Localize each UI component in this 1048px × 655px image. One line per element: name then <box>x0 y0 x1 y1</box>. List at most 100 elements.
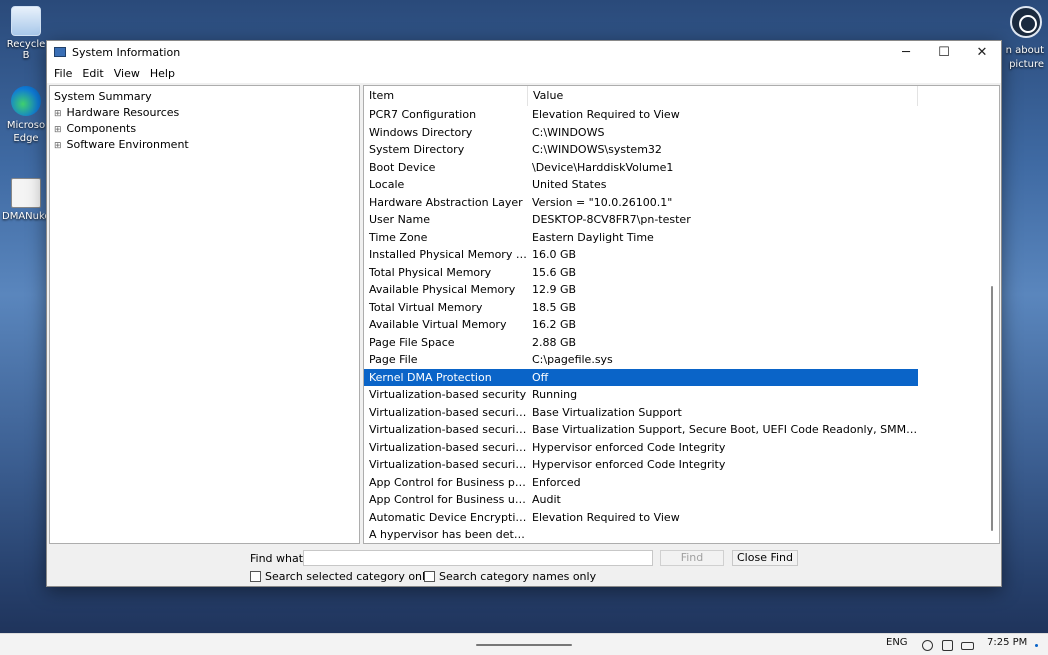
battery-icon[interactable] <box>961 642 974 650</box>
spotlight-icon[interactable] <box>1010 6 1042 38</box>
vertical-scrollbar[interactable] <box>991 286 993 531</box>
list-row[interactable]: Total Physical Memory 15.6 GB <box>364 264 918 282</box>
menu-help[interactable]: Help <box>145 67 180 80</box>
search-category-names-checkbox[interactable]: Search category names only <box>424 570 596 583</box>
list-row[interactable]: A hypervisor has been detected.... <box>364 526 918 543</box>
list-row[interactable]: Time Zone Eastern Daylight Time <box>364 229 918 247</box>
row-value: 16.0 GB <box>532 248 577 261</box>
row-item: User Name <box>369 213 431 226</box>
row-item: Time Zone <box>369 230 428 244</box>
menu-bar: File Edit View Help <box>47 63 1001 83</box>
list-row[interactable]: Page File Space 2.88 GB <box>364 334 918 352</box>
row-value: Base Virtualization Support, Secure Boot… <box>532 423 918 436</box>
notification-dot-icon[interactable] <box>1035 644 1038 647</box>
find-button[interactable]: Find <box>660 550 724 566</box>
row-value: Elevation Required to View <box>532 108 680 121</box>
language-indicator[interactable]: ENG <box>886 637 908 648</box>
expand-icon[interactable]: ⊞ <box>54 138 63 154</box>
desktop-icon-edge[interactable]: Microso Edge <box>2 86 50 145</box>
row-item: System Directory <box>369 143 465 156</box>
desktop-icon-recycle-bin[interactable]: Recycle B <box>2 6 50 61</box>
row-item: Windows Directory <box>369 125 473 139</box>
close-find-button[interactable]: Close Find <box>732 550 798 566</box>
row-item: Page File <box>369 353 418 366</box>
list-row[interactable]: Available Physical Memory 12.9 GB <box>364 281 918 299</box>
volume-icon[interactable] <box>942 640 953 651</box>
row-item: Virtualization-based security Se... <box>369 440 528 454</box>
list-row[interactable]: System Directory C:\WINDOWS\system32 <box>364 141 918 159</box>
row-value: Hypervisor enforced Code Integrity <box>532 458 726 471</box>
expand-icon[interactable]: ⊞ <box>54 122 63 138</box>
row-item: Virtualization-based security <box>369 388 527 401</box>
list-row[interactable]: Virtualization-based security Re... Base … <box>364 404 918 422</box>
clock[interactable]: 7:25 PM <box>987 637 1027 648</box>
details-list[interactable]: Item Value PCR7 Configuration Elevation R… <box>363 85 1000 544</box>
list-row[interactable]: Available Virtual Memory 16.2 GB <box>364 316 918 334</box>
close-button[interactable]: ✕ <box>963 41 1001 63</box>
row-item: Page File Space <box>369 335 455 349</box>
tree-item-label: Hardware Resources <box>66 106 180 119</box>
row-value: Enforced <box>532 475 581 489</box>
checkbox-box[interactable] <box>424 571 435 582</box>
list-row[interactable]: Windows Directory C:\WINDOWS <box>364 124 918 142</box>
checkbox-label: Search category names only <box>439 570 597 583</box>
row-value: 18.5 GB <box>532 300 577 314</box>
list-row[interactable]: User Name DESKTOP-8CV8FR7\pn-tester <box>364 211 918 229</box>
list-row[interactable]: Page File C:\pagefile.sys <box>364 351 918 369</box>
row-item: Hardware Abstraction Layer <box>369 195 523 209</box>
taskbar-handle[interactable] <box>476 644 572 646</box>
list-row[interactable]: Virtualization-based security Av... Base … <box>364 421 918 439</box>
desktop-icon-label: DMANuke <box>2 211 51 222</box>
notepad-icon <box>11 178 41 208</box>
row-item: Virtualization-based security Se... <box>369 458 528 471</box>
maximize-button[interactable]: ☐ <box>925 41 963 63</box>
list-row[interactable]: Hardware Abstraction Layer Version = "10.… <box>364 194 918 212</box>
taskbar: ENG 7:25 PM <box>0 633 1048 655</box>
row-value: \Device\HarddiskVolume1 <box>532 160 674 174</box>
row-value: United States <box>532 178 607 191</box>
category-tree[interactable]: System Summary ⊞ Hardware Resources ⊞ Co… <box>49 85 360 544</box>
checkbox-box[interactable] <box>250 571 261 582</box>
list-row[interactable]: Automatic Device Encryption Su... Elevati… <box>364 509 918 527</box>
row-value: 16.2 GB <box>532 318 577 331</box>
list-row[interactable]: Boot Device \Device\HarddiskVolume1 <box>364 159 918 177</box>
list-row[interactable]: PCR7 Configuration Elevation Required to … <box>364 106 918 124</box>
minimize-button[interactable]: ─ <box>887 41 925 63</box>
list-row[interactable]: App Control for Business user m... Audit <box>364 491 918 509</box>
desktop-icon-label: Recycle B <box>6 39 46 61</box>
network-icon[interactable] <box>922 640 933 651</box>
tree-item-hardware-resources[interactable]: ⊞ Hardware Resources <box>50 105 359 121</box>
find-what-input[interactable] <box>303 550 653 566</box>
menu-edit[interactable]: Edit <box>77 67 108 80</box>
list-row[interactable]: App Control for Business policy Enforced <box>364 474 918 492</box>
list-row[interactable]: Virtualization-based security Se... Hyper… <box>364 456 918 474</box>
column-header-value[interactable]: Value <box>528 86 918 106</box>
tree-item-label: Components <box>66 122 137 135</box>
desktop-icon-dmanuke[interactable]: DMANuke <box>2 178 51 222</box>
tree-item-system-summary[interactable]: System Summary <box>50 89 359 105</box>
expand-icon[interactable]: ⊞ <box>54 106 63 122</box>
menu-file[interactable]: File <box>49 67 77 80</box>
list-row[interactable]: Virtualization-based security Se... Hyper… <box>364 439 918 457</box>
list-row[interactable]: Virtualization-based security Running <box>364 386 918 404</box>
list-row[interactable]: Locale United States <box>364 176 918 194</box>
column-header-item[interactable]: Item <box>364 86 528 106</box>
row-value: Base Virtualization Support <box>532 405 682 419</box>
list-row[interactable]: Kernel DMA Protection Off <box>364 368 918 386</box>
row-item: Automatic Device Encryption Su... <box>369 510 528 524</box>
search-selected-category-checkbox[interactable]: Search selected category only <box>250 570 432 583</box>
row-item: Kernel DMA Protection <box>369 370 492 384</box>
tree-item-label: System Summary <box>54 90 152 103</box>
menu-view[interactable]: View <box>109 67 145 80</box>
tree-item-components[interactable]: ⊞ Components <box>50 121 359 137</box>
list-row[interactable]: Total Virtual Memory 18.5 GB <box>364 299 918 317</box>
tree-item-software-environment[interactable]: ⊞ Software Environment <box>50 137 359 153</box>
row-value: Hypervisor enforced Code Integrity <box>532 440 726 454</box>
list-row[interactable]: Installed Physical Memory (RAM) 16.0 GB <box>364 246 918 264</box>
title-bar[interactable]: System Information ─ ☐ ✕ <box>47 41 1001 63</box>
row-item: Available Physical Memory <box>369 283 516 296</box>
row-item: PCR7 Configuration <box>369 108 477 121</box>
row-item: Available Virtual Memory <box>369 318 507 331</box>
list-header: Item Value <box>364 86 999 106</box>
tree-item-label: Software Environment <box>66 138 189 151</box>
